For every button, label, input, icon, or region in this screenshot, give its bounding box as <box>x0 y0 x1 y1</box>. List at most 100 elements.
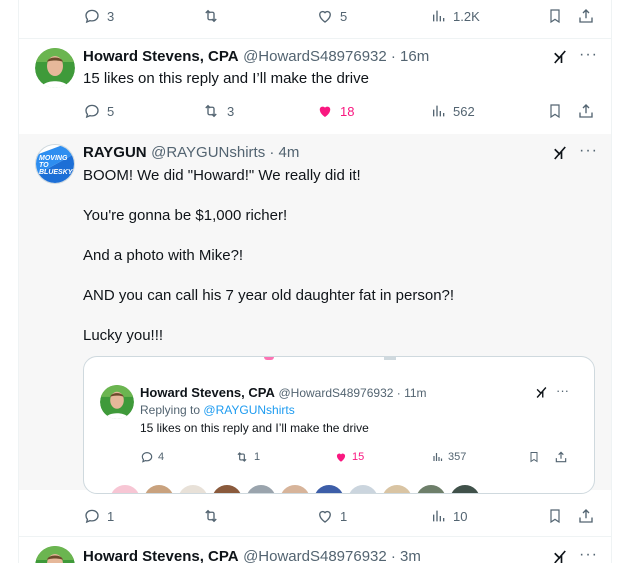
grok-button[interactable] <box>551 548 569 563</box>
analytics-icon <box>433 10 445 22</box>
retweet-button[interactable] <box>201 506 221 526</box>
share-button[interactable] <box>577 506 595 526</box>
liker-avatar <box>416 485 446 493</box>
tweet-text-line: AND you can call his 7 year old daughter… <box>83 287 455 304</box>
liker-avatar <box>246 485 276 493</box>
reply-icon <box>85 9 99 24</box>
tweet-header: Howard Stevens, CPA @HowardS48976932 · 1… <box>83 48 429 66</box>
reply-count: 1 <box>107 508 115 524</box>
reply-count-group: 4 <box>140 447 164 467</box>
profile-photo-icon <box>100 385 134 419</box>
view-count-group: 357 <box>432 447 466 467</box>
analytics-icon <box>433 105 445 117</box>
share-button[interactable] <box>577 101 595 121</box>
views-button[interactable]: 1.2K <box>431 6 480 26</box>
liker-avatar <box>280 485 310 493</box>
cropped-action-bar <box>84 357 594 362</box>
tweet-text-line: Lucky you!!! <box>83 327 164 344</box>
share-icon <box>554 447 568 467</box>
reply-icon <box>85 509 99 524</box>
quote-text: 15 likes on this reply and I’ll make the… <box>140 421 369 435</box>
like-button[interactable]: 5 <box>316 6 347 26</box>
tweet-text-line: And a photo with Mike?! <box>83 247 244 264</box>
profile-photo-icon <box>35 48 75 88</box>
divider <box>19 38 611 39</box>
avatar-text: MOVING TO BLUESKY <box>39 155 73 176</box>
tweet-text: 15 likes on this reply and I’ll make the… <box>83 70 369 87</box>
view-count: 10 <box>453 508 468 524</box>
share-button[interactable] <box>577 6 595 26</box>
share-icon <box>579 104 593 118</box>
more-icon[interactable]: ··· <box>579 142 598 160</box>
replying-handle: @RAYGUNshirts <box>203 403 295 417</box>
bookmark-icon <box>550 509 560 524</box>
reply-button[interactable]: 5 <box>83 101 114 121</box>
grok-icon <box>554 550 566 563</box>
grok-icon <box>534 385 549 405</box>
grok-button[interactable] <box>551 48 569 71</box>
liker-avatars <box>110 485 480 493</box>
bookmark-button[interactable] <box>547 506 563 526</box>
more-icon[interactable]: ··· <box>579 46 598 64</box>
liker-avatar <box>382 485 412 493</box>
share-icon <box>579 9 593 23</box>
replying-to: Replying to @RAYGUNshirts <box>140 403 295 417</box>
like-count: 5 <box>340 8 348 24</box>
more-icon[interactable]: ··· <box>579 546 598 563</box>
retweet-count-group: 1 <box>234 447 260 467</box>
retweet-icon <box>205 509 217 523</box>
views-button[interactable]: 562 <box>431 101 475 121</box>
heart-filled-icon <box>336 453 346 462</box>
retweet-count: 3 <box>227 103 235 119</box>
tweet-text-line: You're gonna be $1,000 richer! <box>83 207 288 224</box>
like-button[interactable]: 1 <box>316 506 347 526</box>
liker-avatar <box>450 485 480 493</box>
liker-avatar <box>314 485 344 493</box>
analytics-icon <box>433 453 443 461</box>
tweet-header: RAYGUN @RAYGUNshirts · 4m <box>83 144 299 162</box>
bookmark-icon <box>550 104 560 119</box>
display-name[interactable]: RAYGUN <box>83 144 147 161</box>
liker-avatar <box>110 485 140 493</box>
timeline-column: 3 5 1.2K Howard Stevens, CPA @HowardS489… <box>18 0 612 563</box>
more-icon: ··· <box>556 383 569 398</box>
views-button[interactable]: 10 <box>431 506 467 526</box>
view-count: 562 <box>453 103 475 119</box>
display-name[interactable]: Howard Stevens, CPA <box>83 548 239 563</box>
reply-button[interactable]: 3 <box>83 6 114 26</box>
liker-avatar <box>144 485 174 493</box>
tweet-text-line: BOOM! We did "Howard!" We really did it! <box>83 167 361 184</box>
avatar[interactable] <box>35 48 75 88</box>
handle-time: @HowardS48976932 · 11m <box>278 386 427 400</box>
avatar[interactable]: MOVING TO BLUESKY <box>35 144 75 184</box>
retweet-button[interactable]: 3 <box>201 101 234 121</box>
reply-count: 3 <box>107 8 115 24</box>
reply-count: 5 <box>107 103 115 119</box>
reply-icon <box>141 452 153 463</box>
handle-time[interactable]: @HowardS48976932 · 16m <box>243 48 429 65</box>
display-name[interactable]: Howard Stevens, CPA <box>83 48 239 65</box>
handle-time[interactable]: @HowardS48976932 · 3m <box>243 548 421 563</box>
embedded-screenshot-card[interactable]: Howard Stevens, CPA @HowardS48976932 · 1… <box>83 356 595 494</box>
like-count-group: 15 <box>334 447 364 467</box>
retweet-icon <box>205 104 217 118</box>
bookmark-icon <box>550 9 560 24</box>
like-count: 1 <box>340 508 348 524</box>
grok-icon <box>554 50 566 64</box>
bookmark-button[interactable] <box>547 101 563 121</box>
avatar[interactable] <box>35 546 75 563</box>
grok-icon <box>554 146 566 160</box>
grok-button[interactable] <box>551 144 569 167</box>
bookmark-button[interactable] <box>547 6 563 26</box>
heart-icon <box>319 10 331 23</box>
retweet-button[interactable] <box>201 6 221 26</box>
handle-time[interactable]: @RAYGUNshirts · 4m <box>151 144 299 161</box>
bookmark-icon <box>528 447 540 467</box>
retweet-icon <box>205 9 217 23</box>
retweet-icon <box>237 452 247 462</box>
liker-avatar <box>178 485 208 493</box>
avatar <box>100 385 134 419</box>
like-button[interactable]: 18 <box>316 101 354 121</box>
reply-button[interactable]: 1 <box>83 506 114 526</box>
heart-icon <box>319 510 331 523</box>
